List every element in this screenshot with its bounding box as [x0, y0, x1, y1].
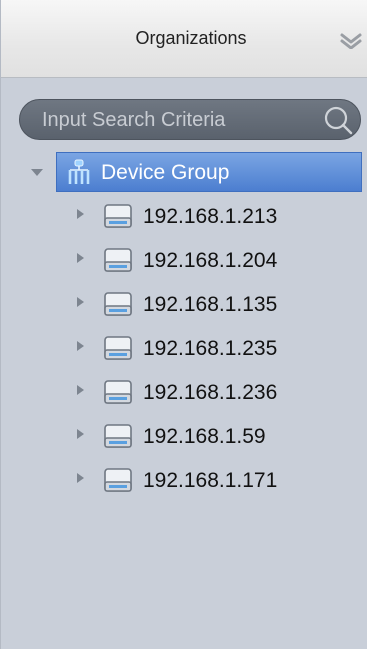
tree-node[interactable]: 192.168.1.59	[1, 414, 367, 458]
device-icon	[104, 424, 132, 448]
device-icon	[104, 248, 132, 272]
tree-root-label: Device Group	[101, 161, 230, 184]
expand-arrow-icon[interactable]	[77, 297, 84, 307]
node-label: 192.168.1.213	[143, 205, 278, 228]
device-group-icon	[68, 159, 90, 184]
tree-node[interactable]: 192.168.1.236	[1, 370, 367, 414]
node-label: 192.168.1.204	[143, 249, 278, 272]
node-label: 192.168.1.171	[143, 469, 278, 492]
expand-arrow-icon[interactable]	[77, 209, 84, 219]
tree-node[interactable]: 192.168.1.213	[1, 194, 367, 238]
node-label: 192.168.1.236	[143, 381, 278, 404]
expand-arrow-icon[interactable]	[77, 429, 84, 439]
panel-title: Organizations	[135, 28, 247, 48]
tree-root-device-group[interactable]: Device Group	[1, 150, 367, 194]
node-label: 192.168.1.135	[143, 293, 278, 316]
expand-arrow-icon[interactable]	[77, 253, 84, 263]
tree-node[interactable]: 192.168.1.235	[1, 326, 367, 370]
device-icon	[104, 336, 132, 360]
double-chevron-down-icon[interactable]	[340, 33, 362, 49]
expand-arrow-icon[interactable]	[77, 385, 84, 395]
expand-arrow-icon[interactable]	[77, 473, 84, 483]
device-icon	[104, 204, 132, 228]
panel-header[interactable]: Organizations	[1, 0, 367, 78]
tree-node[interactable]: 192.168.1.204	[1, 238, 367, 282]
search-icon[interactable]	[322, 104, 354, 136]
device-icon	[104, 380, 132, 404]
tree-node[interactable]: 192.168.1.171	[1, 458, 367, 502]
tree-node[interactable]: 192.168.1.135	[1, 282, 367, 326]
expand-arrow-icon[interactable]	[77, 341, 84, 351]
organizations-panel: Organizations Device Group	[0, 0, 367, 649]
search-input[interactable]	[42, 106, 312, 134]
node-label: 192.168.1.59	[143, 425, 266, 448]
device-icon	[104, 468, 132, 492]
device-icon	[104, 292, 132, 316]
expand-toggle-icon[interactable]	[31, 169, 43, 176]
search-box	[19, 99, 361, 140]
node-label: 192.168.1.235	[143, 337, 278, 360]
